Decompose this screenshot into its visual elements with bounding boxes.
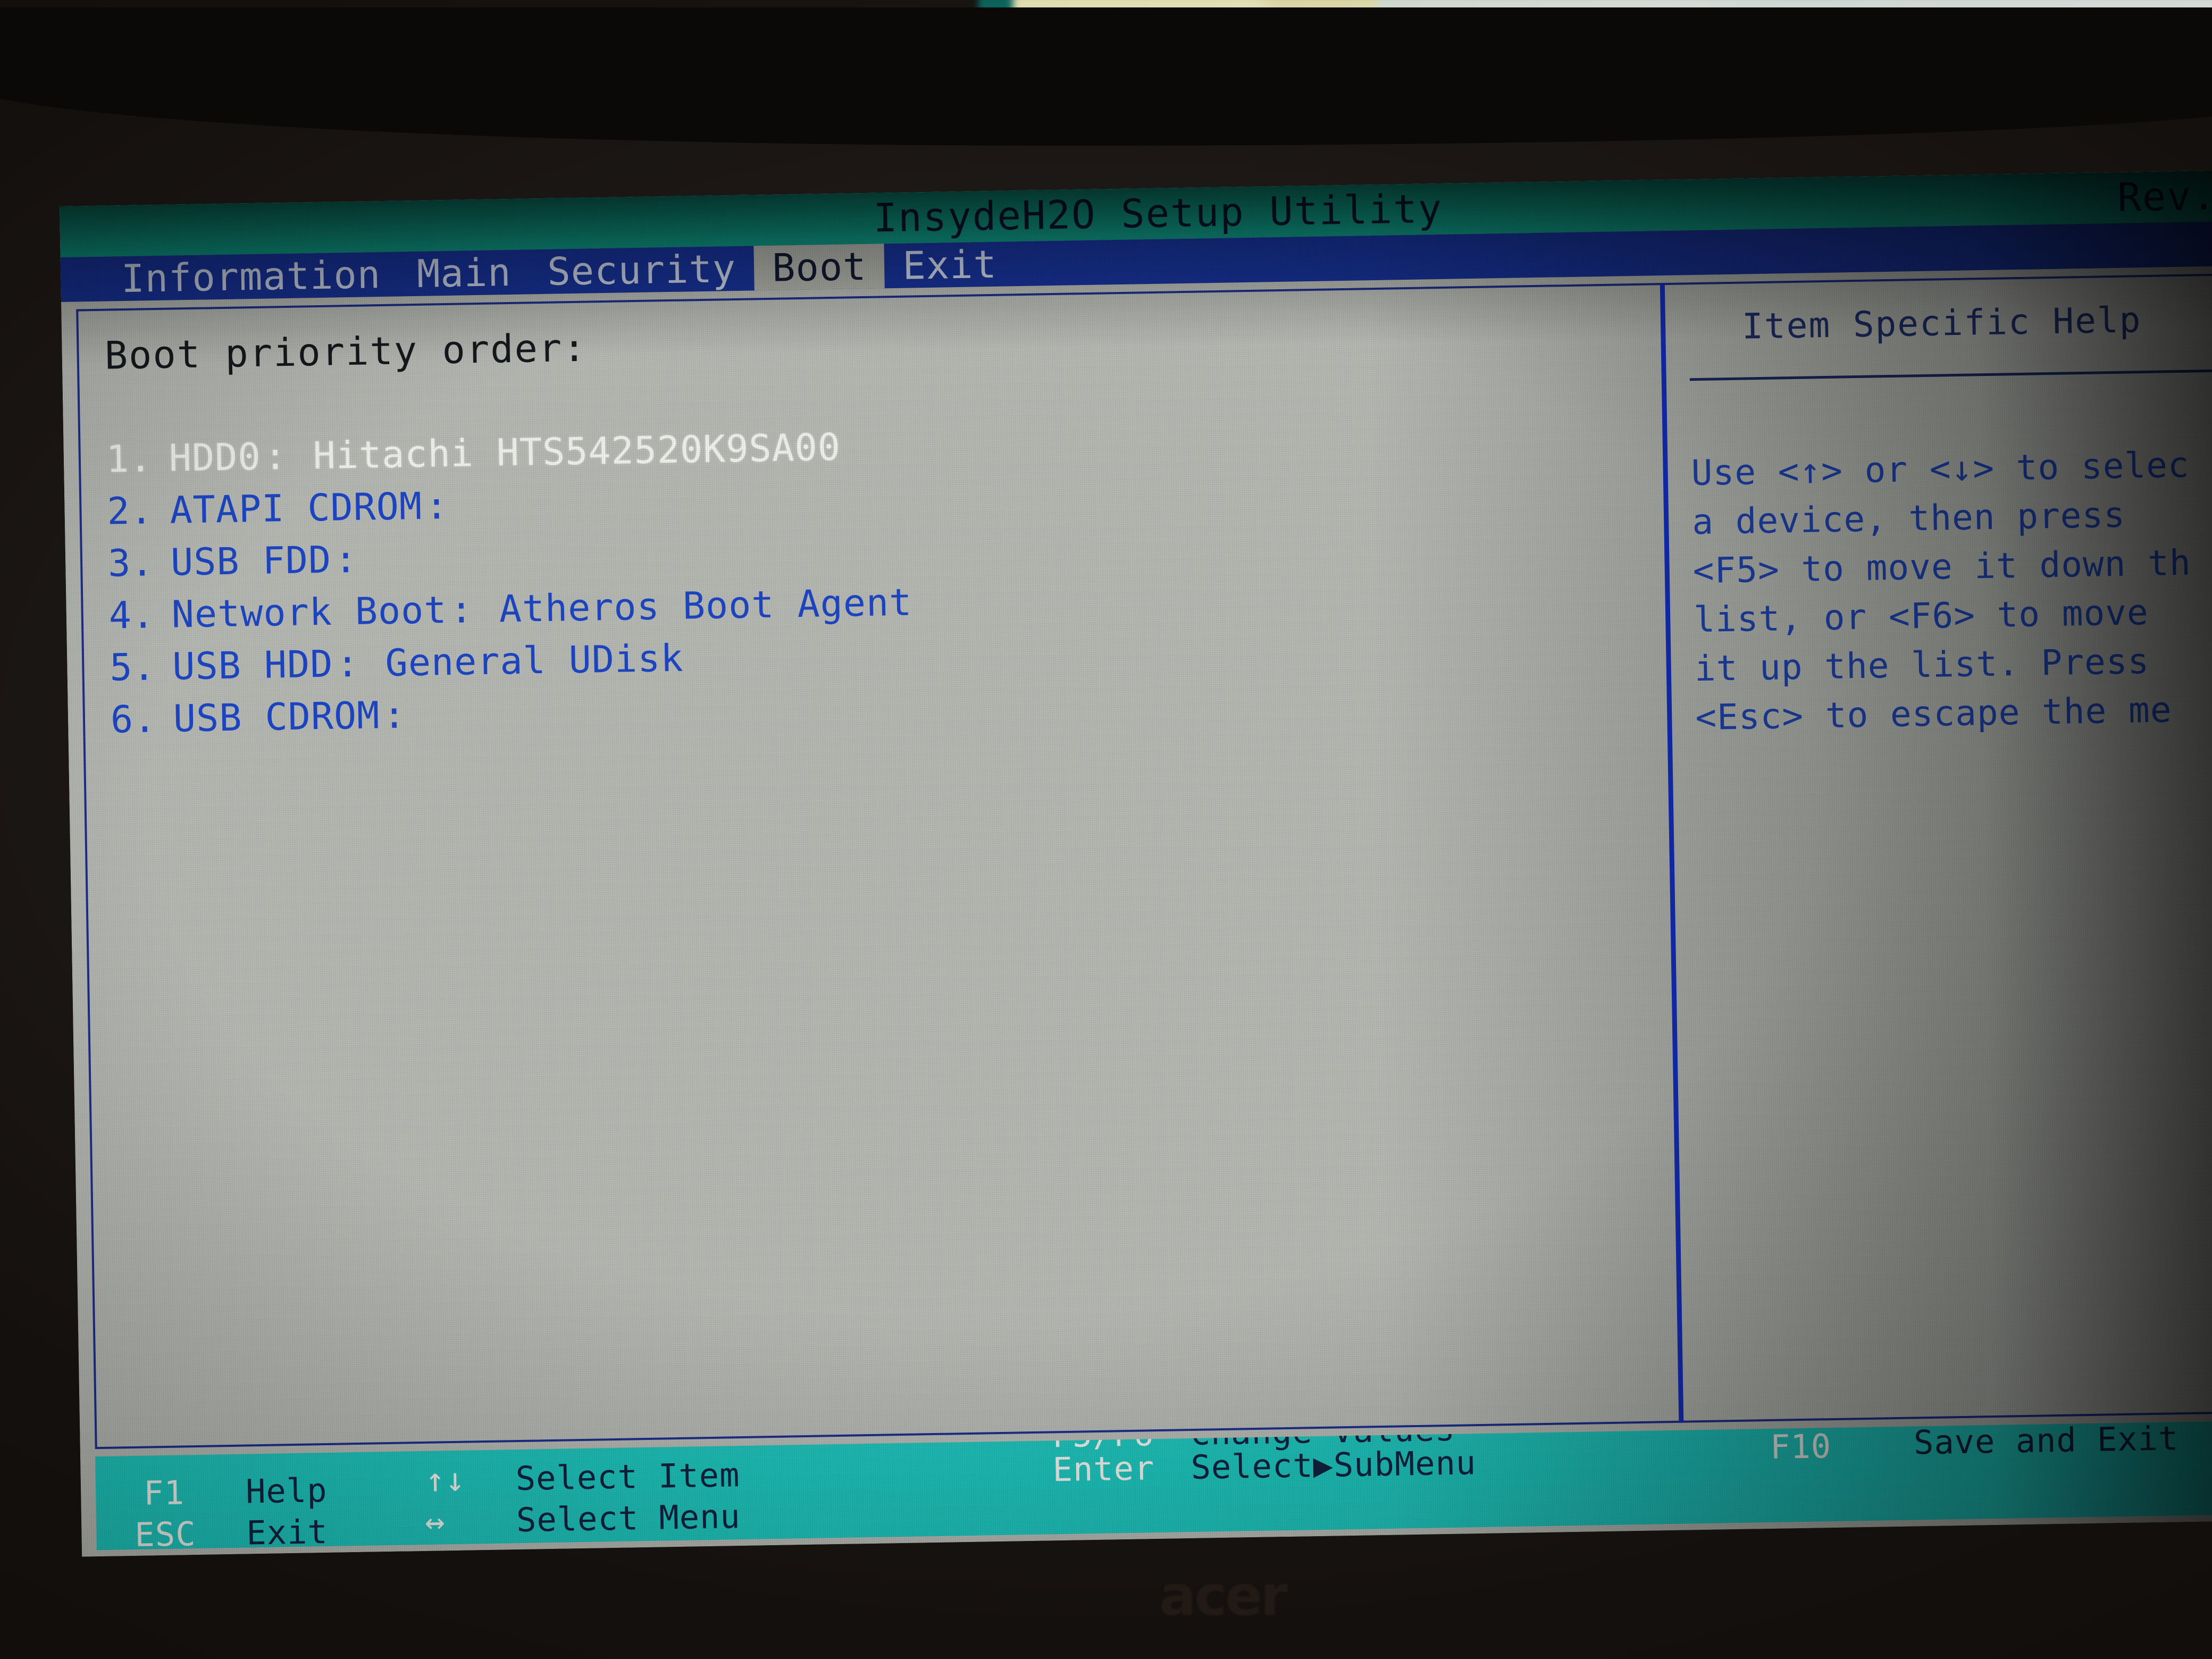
photo-frame: InsydeH2O Setup Utility Rev. 3 Informati… xyxy=(0,0,2212,1659)
footer-desc-setup-default: Setup Default xyxy=(1913,1421,2178,1422)
footer-key-f9[interactable]: F9 xyxy=(1769,1421,1811,1426)
boot-item-separator: : xyxy=(263,434,288,479)
help-panel-rule xyxy=(1689,369,2212,381)
boot-item-index: 5. xyxy=(109,645,156,690)
boot-item-device: Hitachi HTS542520K9SA00 xyxy=(313,425,841,478)
boot-panel: Boot priority order: 1. HDD0: Hitachi HTS… xyxy=(104,308,1642,746)
tab-security[interactable]: Security xyxy=(529,246,755,294)
help-panel-title: Item Specific Help xyxy=(1741,299,2142,347)
bios-revision: Rev. 3 xyxy=(2117,172,2212,221)
help-text-line: <Esc> to escape the me xyxy=(1695,689,2173,739)
boot-item-separator: : xyxy=(449,588,474,632)
footer-key-enter[interactable]: Enter xyxy=(1052,1448,1155,1489)
footer-key-f10[interactable]: F10 xyxy=(1770,1427,1832,1467)
footer-desc-select-item: Select Item xyxy=(515,1455,740,1498)
laptop-lid-top-edge xyxy=(0,7,2212,146)
boot-item-name: USB CDROM xyxy=(173,693,380,741)
boot-item-index: 3. xyxy=(107,541,155,585)
boot-item-name: USB HDD xyxy=(172,642,334,689)
boot-item-index: 1. xyxy=(106,437,153,481)
footer-key-esc[interactable]: ESC xyxy=(135,1514,196,1550)
brand-logo: acer xyxy=(1159,1563,1288,1628)
boot-item-name: USB FDD xyxy=(170,538,332,584)
boot-item-device: Atheros Boot Agent xyxy=(499,580,912,631)
left-right-arrow-icon: ↔ xyxy=(424,1502,446,1541)
boot-item-device: General UDisk xyxy=(384,636,684,685)
boot-item-name: ATAPI CDROM xyxy=(169,484,423,532)
footer-desc-exit: Exit xyxy=(246,1512,329,1551)
tab-information[interactable]: Information xyxy=(103,252,399,301)
tab-exit[interactable]: Exit xyxy=(884,241,1016,288)
boot-item-name: Network Boot xyxy=(171,588,448,636)
boot-item-index: 6. xyxy=(110,697,157,742)
tab-boot[interactable]: Boot xyxy=(753,244,885,291)
tab-main[interactable]: Main xyxy=(398,249,530,296)
app-title: InsydeH2O Setup Utility xyxy=(873,186,1443,241)
boot-item-separator: : xyxy=(425,483,449,528)
help-text-line: it up the list. Press xyxy=(1694,640,2150,690)
up-down-arrow-icon: ↑↓ xyxy=(425,1460,466,1499)
help-text-line: <F5> to move it down th xyxy=(1692,542,2192,592)
boot-item-name: HDD0 xyxy=(169,434,262,480)
boot-item-index: 4. xyxy=(108,593,155,638)
footer-desc-help: Help xyxy=(245,1470,328,1511)
item-specific-help-panel: Item Specific Help Use <↑> or <↓> to sel… xyxy=(1689,298,2212,742)
boot-item-index: 2. xyxy=(106,489,154,533)
help-text-line: list, or <F6> to move xyxy=(1693,591,2149,641)
footer-desc-save-and-exit: Save and Exit xyxy=(1913,1420,2179,1462)
boot-item-separator: : xyxy=(336,641,360,686)
footer-key-f1[interactable]: F1 xyxy=(144,1473,185,1512)
help-panel-body: Use <↑> or <↓> to selec a device, then p… xyxy=(1691,440,2212,742)
footer-desc-select-menu: Select Menu xyxy=(516,1497,741,1540)
help-text-line: a device, then press xyxy=(1691,494,2126,543)
help-text-line: Use <↑> or <↓> to selec xyxy=(1691,444,2190,494)
boot-order-list[interactable]: 1. HDD0: Hitachi HTS542520K9SA00 2. ATAPI … xyxy=(106,408,1642,746)
footer-desc-select-submenu: Select▶SubMenu xyxy=(1191,1443,1477,1487)
boot-item-separator: : xyxy=(334,537,358,582)
boot-item-separator: : xyxy=(382,693,407,738)
lcd-screen: InsydeH2O Setup Utility Rev. 3 Informati… xyxy=(60,170,2212,1557)
